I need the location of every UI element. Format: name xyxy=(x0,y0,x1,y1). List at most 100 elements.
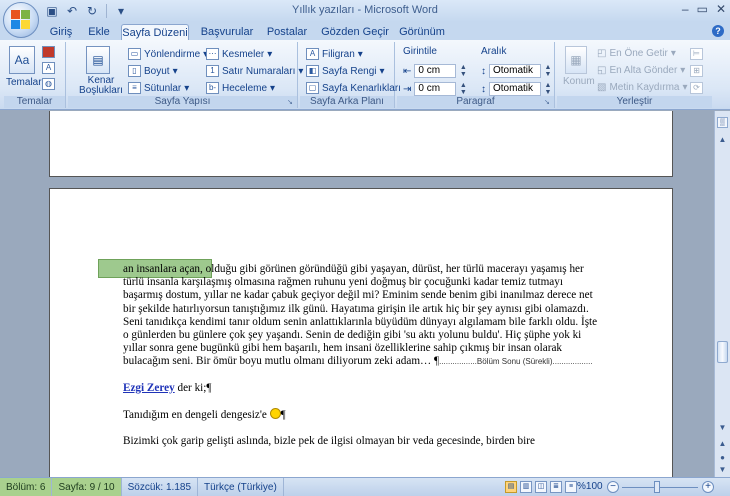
author-link[interactable]: Ezgi Zerey xyxy=(123,382,175,394)
tab-sayfa-duzeni[interactable]: Sayfa Düzeni xyxy=(121,24,189,40)
minimize-icon[interactable]: – xyxy=(682,2,689,16)
themes-button[interactable]: Temalar xyxy=(6,77,42,88)
bring-to-front-button[interactable]: ◰ En Öne Getir ▾ xyxy=(597,48,676,59)
tab-ekle[interactable]: Ekle xyxy=(84,24,114,40)
help-icon[interactable]: ? xyxy=(712,25,724,37)
bring-to-front-icon: ◰ xyxy=(597,48,607,59)
spacing-before-icon: ↕ xyxy=(481,65,486,77)
view-ruler-icon[interactable]: ▒ xyxy=(717,117,728,128)
hyphenation-icon: b- xyxy=(206,82,219,94)
themes-icon[interactable]: Aa xyxy=(9,46,35,74)
position-button[interactable]: Konum xyxy=(563,76,595,87)
quick-access-toolbar: ▣ ↶ ↻ ▾ xyxy=(44,3,129,19)
group-temalar: Aa Temalar A ◍ Temalar xyxy=(4,42,66,108)
spacing-after-spinner[interactable]: ▲ ▼ xyxy=(544,82,552,96)
left-indent-spinner[interactable]: ▲ ▼ xyxy=(459,64,467,78)
columns-button[interactable]: ≡ Sütunlar ▾ xyxy=(128,82,189,94)
paragraph-launcher-icon[interactable]: ↘ xyxy=(544,99,552,107)
rotate-icon[interactable]: ⟳ xyxy=(690,82,703,94)
left-indent-input[interactable]: 0 cm xyxy=(414,64,457,78)
line-numbers-button[interactable]: 1 Satır Numaraları ▾ xyxy=(206,65,303,77)
margins-icon[interactable]: ▤ xyxy=(86,46,110,74)
tab-giris[interactable]: Giriş xyxy=(45,24,77,40)
office-button[interactable] xyxy=(3,2,39,38)
watermark-button[interactable]: A Filigran ▾ xyxy=(306,48,363,60)
scroll-up-icon[interactable]: ▲ xyxy=(715,133,730,147)
document-text[interactable]: an insanlara açan, olduğu gibi görünen g… xyxy=(123,263,599,448)
breaks-icon: ⋯ xyxy=(206,48,219,60)
size-icon: ▯ xyxy=(128,65,141,77)
margins-button[interactable]: Kenar Boşlukları xyxy=(76,76,126,96)
redo-icon[interactable]: ↻ xyxy=(84,3,100,19)
office-logo-icon xyxy=(11,10,31,30)
close-icon[interactable]: ✕ xyxy=(716,2,726,16)
right-indent-input[interactable]: 0 cm xyxy=(414,82,457,96)
breaks-button[interactable]: ⋯ Kesmeler ▾ xyxy=(206,48,272,60)
send-to-back-icon: ◱ xyxy=(597,65,607,76)
draft-view-icon[interactable]: ≡ xyxy=(565,481,577,493)
align-icon[interactable]: ⊨ xyxy=(690,48,703,60)
customize-qat-icon[interactable]: ▾ xyxy=(113,3,129,19)
maximize-icon[interactable]: ▭ xyxy=(697,2,708,16)
spacing-after-input[interactable]: Otomatik xyxy=(489,82,541,96)
group-label-yerlestir: Yerleştir xyxy=(557,96,712,108)
send-to-back-button[interactable]: ◱ En Alta Gönder ▾ xyxy=(597,65,685,76)
theme-colors-icon[interactable] xyxy=(42,46,55,58)
tab-basvurular[interactable]: Başvurular xyxy=(198,24,256,40)
paragraph-4: Bizimki çok garip gelişti aslında, bizle… xyxy=(123,435,535,448)
spacing-after-icon: ↕ xyxy=(481,83,486,95)
status-section[interactable]: Bölüm: 6 xyxy=(0,477,53,496)
paragraph-3: Tanıdığım en dengeli dengesiz'e ¶ xyxy=(123,407,286,421)
group-objects-icon[interactable]: ⊞ xyxy=(690,65,703,77)
position-icon: ▦ xyxy=(565,46,587,74)
spacing-before-field: ↕ Otomatik ▲ ▼ xyxy=(481,64,552,78)
scroll-down-icon[interactable]: ▼ xyxy=(715,421,730,435)
tab-postalar[interactable]: Postalar xyxy=(264,24,310,40)
outline-view-icon[interactable]: ≣ xyxy=(550,481,562,493)
status-bar: Bölüm: 6 Sayfa: 9 / 10 Sözcük: 1.185 Tür… xyxy=(0,477,730,496)
spacing-before-input[interactable]: Otomatik xyxy=(489,64,541,78)
hyphenation-button[interactable]: b- Heceleme ▾ xyxy=(206,82,275,94)
author-suffix: der ki; xyxy=(174,381,207,394)
status-word-count[interactable]: Sözcük: 1.185 xyxy=(122,477,198,496)
group-yerlestir: ▦ Konum ◰ En Öne Getir ▾ ◱ En Alta Gönder ▾ … xyxy=(557,42,712,108)
dialog-launcher-icon[interactable]: ↘ xyxy=(287,99,295,107)
window-controls: – ▭ ✕ xyxy=(682,2,726,16)
tab-gozden-gecir[interactable]: Gözden Geçir xyxy=(319,24,391,40)
print-layout-icon[interactable]: ▤ xyxy=(505,481,517,493)
next-page-icon[interactable]: ▼ xyxy=(715,463,730,477)
group-label-paragraf: Paragraf xyxy=(397,96,554,108)
page-color-icon: ◧ xyxy=(306,65,319,77)
status-language[interactable]: Türkçe (Türkiye) xyxy=(198,477,284,496)
theme-fonts-icon[interactable]: A xyxy=(42,62,55,74)
paragraph-2: Ezgi Zerey der ki;¶ xyxy=(123,381,212,394)
spacing-before-spinner[interactable]: ▲ ▼ xyxy=(544,64,552,78)
orientation-button[interactable]: ▭Yönlendirme▾ xyxy=(128,48,208,60)
full-screen-reading-icon[interactable]: ▥ xyxy=(520,481,532,493)
zoom-out-icon[interactable]: − xyxy=(607,481,619,493)
previous-page-icon[interactable]: ▲ xyxy=(715,437,730,451)
text-wrapping-button[interactable]: ▧ Metin Kaydırma ▾ xyxy=(597,82,688,93)
zoom-slider-thumb[interactable] xyxy=(654,481,660,493)
zoom-slider-track[interactable] xyxy=(622,487,698,488)
undo-icon[interactable]: ↶ xyxy=(64,3,80,19)
theme-effects-icon[interactable]: ◍ xyxy=(42,78,55,90)
indent-label: Girintile xyxy=(403,46,437,57)
save-icon[interactable]: ▣ xyxy=(44,3,60,19)
title-bar: Yıllık yazıları - Microsoft Word ▣ ↶ ↻ ▾… xyxy=(0,0,730,22)
size-button[interactable]: ▯ Boyut ▾ xyxy=(128,65,178,77)
page-borders-button[interactable]: ▢ Sayfa Kenarlıkları xyxy=(306,82,401,94)
zoom-in-icon[interactable]: + xyxy=(702,481,714,493)
document-area[interactable]: an insanlara açan, olduğu gibi görünen g… xyxy=(0,111,714,477)
zoom-level[interactable]: %100 xyxy=(577,481,603,492)
vertical-scrollbar[interactable]: ▒ ▲ ▼ ▲ ● ▼ xyxy=(714,111,730,477)
page-color-button[interactable]: ◧ Sayfa Rengi ▾ xyxy=(306,65,385,77)
web-layout-icon[interactable]: ◫ xyxy=(535,481,547,493)
tab-gorunum[interactable]: Görünüm xyxy=(398,24,446,40)
page-borders-icon: ▢ xyxy=(306,82,319,94)
group-label-sayfa-yapisi: Sayfa Yapısı xyxy=(68,96,297,108)
scroll-thumb[interactable] xyxy=(717,341,728,363)
status-page[interactable]: Sayfa: 9 / 10 xyxy=(52,477,122,496)
right-indent-spinner[interactable]: ▲ ▼ xyxy=(459,82,467,96)
right-indent-field: ⇥ 0 cm ▲ ▼ xyxy=(403,82,467,96)
